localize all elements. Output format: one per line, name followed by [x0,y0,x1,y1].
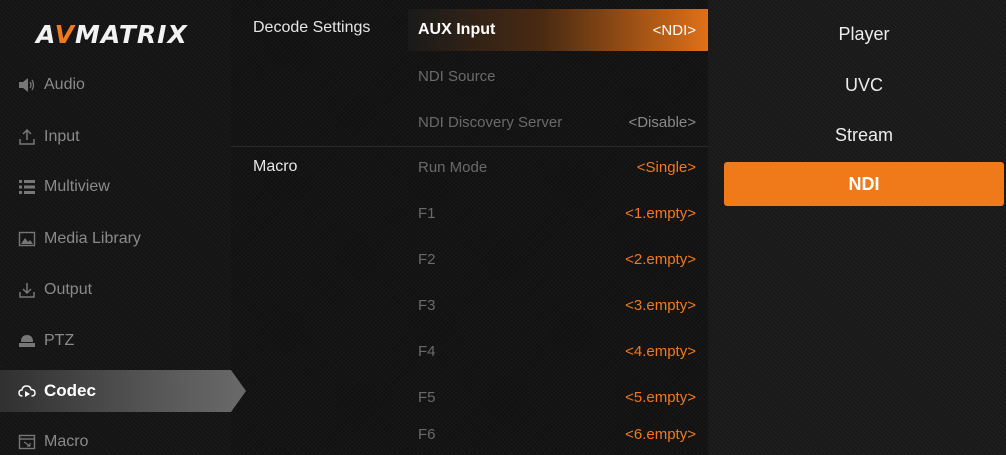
sidebar-item-media-library[interactable]: Media Library [0,218,231,260]
sidebar-item-label: Codec [44,381,96,400]
cloud-icon [18,382,36,400]
setting-value: <2.empty> [625,250,696,268]
sidebar-item-label: Multiview [44,178,110,195]
setting-name: NDI Source [418,67,496,85]
setting-row-f4[interactable]: F4 <4.empty> [408,330,708,372]
setting-name: NDI Discovery Server [418,113,563,131]
setting-value: <Disable> [628,113,696,131]
list-icon [18,178,36,196]
setting-name: F6 [418,425,436,443]
setting-value: <1.empty> [625,204,696,222]
sidebar-item-ptz[interactable]: PTZ [0,320,231,362]
speaker-icon [18,76,36,94]
camera-icon [18,332,36,350]
setting-name: F5 [418,388,436,406]
setting-value: <Single> [636,158,696,176]
setting-name: Run Mode [418,158,488,176]
setting-row-f2[interactable]: F2 <2.empty> [408,238,708,280]
setting-name: F2 [418,250,436,268]
sidebar-item-label: Input [44,128,80,145]
setting-name: F4 [418,342,436,360]
sidebar-item-label: Output [44,281,93,298]
sidebar-item-codec[interactable]: Codec [0,370,246,412]
setting-row-ndi-discovery-server[interactable]: NDI Discovery Server <Disable> [408,101,708,143]
sidebar-item-label: Macro [44,433,89,450]
setting-value: <4.empty> [625,342,696,360]
option-uvc[interactable]: UVC [724,63,1004,107]
brand-logo: AVMATRIX [36,20,188,49]
option-player[interactable]: Player [724,12,1004,56]
image-icon [18,230,36,248]
sidebar-item-macro[interactable]: Macro [0,421,231,455]
setting-name: F3 [418,296,436,314]
setting-row-f3[interactable]: F3 <3.empty> [408,284,708,326]
sidebar-item-input[interactable]: Input [0,116,231,158]
upload-icon [18,128,36,146]
setting-name: F1 [418,204,436,222]
option-stream[interactable]: Stream [724,113,1004,157]
setting-value: <5.empty> [625,388,696,406]
setting-value: <NDI> [652,21,696,39]
sidebar-item-label: Media Library [44,230,141,247]
macro-icon [18,433,36,451]
sidebar-item-label: PTZ [44,332,75,349]
setting-row-f6[interactable]: F6 <6.empty> [408,413,708,455]
sidebar-item-audio[interactable]: Audio [0,64,231,106]
option-ndi[interactable]: NDI [724,162,1004,206]
app-screen: AVMATRIX Audio Input Multiview Media Lib… [0,0,1006,455]
section-label-macro: Macro [253,158,298,175]
option-list: Player UVC Stream NDI [708,0,1006,455]
sidebar-item-label: Audio [44,76,85,93]
section-label-decode: Decode Settings [253,19,371,36]
setting-value: <6.empty> [625,425,696,443]
setting-row-run-mode[interactable]: Run Mode <Single> [408,146,708,188]
setting-row-f1[interactable]: F1 <1.empty> [408,192,708,234]
sidebar: AVMATRIX Audio Input Multiview Media Lib… [0,0,246,455]
setting-name: AUX Input [418,21,496,38]
download-icon [18,281,36,299]
sidebar-item-output[interactable]: Output [0,269,231,311]
setting-row-aux-input[interactable]: AUX Input <NDI> [408,9,708,51]
setting-row-ndi-source[interactable]: NDI Source [408,55,708,97]
setting-row-f5[interactable]: F5 <5.empty> [408,376,708,418]
setting-value: <3.empty> [625,296,696,314]
settings-panel: Decode Settings AUX Input <NDI> NDI Sour… [231,0,708,455]
sidebar-item-multiview[interactable]: Multiview [0,166,231,208]
